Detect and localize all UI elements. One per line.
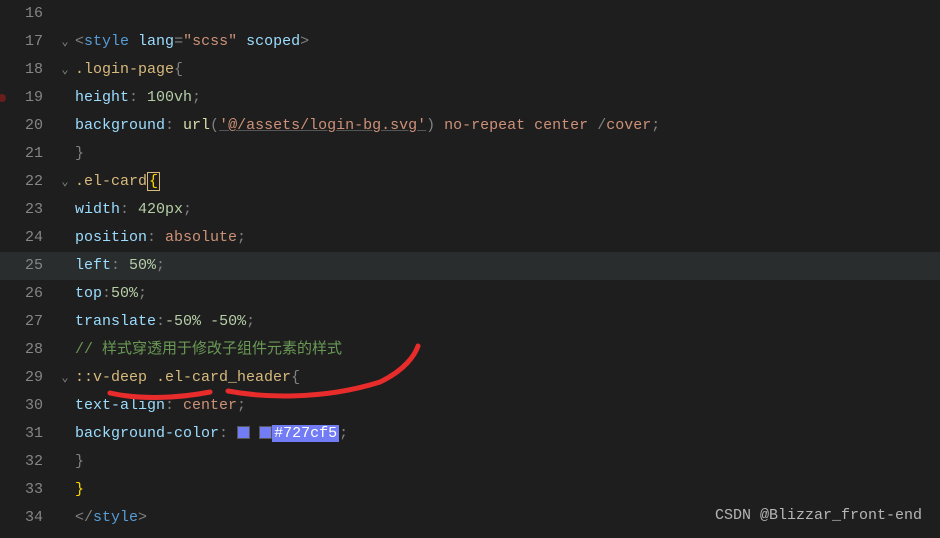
code-text[interactable]: height: 100vh;	[75, 84, 940, 112]
code-line[interactable]: 22⌄ .el-card{	[0, 168, 940, 196]
code-text[interactable]: position: absolute;	[75, 224, 940, 252]
code-line[interactable]: 26 top:50%;	[0, 280, 940, 308]
color-swatch[interactable]	[237, 426, 250, 439]
fold-toggle	[55, 252, 75, 280]
code-text[interactable]: // 样式穿透用于修改子组件元素的样式	[75, 336, 940, 364]
fold-toggle	[55, 420, 75, 448]
line-number[interactable]: 31	[0, 420, 55, 448]
code-text[interactable]: translate:-50% -50%;	[75, 308, 940, 336]
fold-toggle[interactable]: ⌄	[55, 28, 75, 56]
fold-toggle[interactable]: ⌄	[55, 56, 75, 84]
code-line[interactable]: 20 background: url('@/assets/login-bg.sv…	[0, 112, 940, 140]
line-number[interactable]: 29	[0, 364, 55, 392]
fold-toggle	[55, 140, 75, 168]
code-line[interactable]: 33 }	[0, 476, 940, 504]
line-number[interactable]: 26	[0, 280, 55, 308]
code-line[interactable]: 30 text-align: center;	[0, 392, 940, 420]
code-line[interactable]: 25 left: 50%;	[0, 252, 940, 280]
watermark: CSDN @Blizzar_front-end	[715, 502, 922, 530]
line-number[interactable]: 19	[0, 84, 55, 112]
code-text[interactable]: }	[75, 448, 940, 476]
code-text[interactable]: top:50%;	[75, 280, 940, 308]
breakpoint-dot[interactable]	[0, 94, 6, 102]
code-line[interactable]: 29⌄ ::v-deep .el-card_header{	[0, 364, 940, 392]
fold-toggle	[55, 448, 75, 476]
code-line[interactable]: 18⌄ .login-page{	[0, 56, 940, 84]
fold-toggle	[55, 392, 75, 420]
line-number[interactable]: 18	[0, 56, 55, 84]
breakpoint-bar[interactable]	[0, 0, 6, 538]
line-number[interactable]: 25	[0, 252, 55, 280]
code-text[interactable]: .el-card{	[75, 168, 940, 196]
code-text[interactable]: background: url('@/assets/login-bg.svg')…	[75, 112, 940, 140]
chevron-down-icon: ⌄	[61, 56, 68, 84]
code-line[interactable]: 27 translate:-50% -50%;	[0, 308, 940, 336]
code-line[interactable]: 21 }	[0, 140, 940, 168]
code-line[interactable]: 31 background-color: #727cf5;	[0, 420, 940, 448]
code-line[interactable]: 32 }	[0, 448, 940, 476]
code-text[interactable]: text-align: center;	[75, 392, 940, 420]
line-number[interactable]: 27	[0, 308, 55, 336]
code-lines[interactable]: 1617⌄<style lang="scss" scoped>18⌄ .logi…	[0, 0, 940, 532]
line-number[interactable]: 34	[0, 504, 55, 532]
code-text[interactable]: <style lang="scss" scoped>	[75, 28, 940, 56]
code-text[interactable]: }	[75, 140, 940, 168]
code-line[interactable]: 24 position: absolute;	[0, 224, 940, 252]
code-line[interactable]: 16	[0, 0, 940, 28]
code-editor[interactable]: 1617⌄<style lang="scss" scoped>18⌄ .logi…	[0, 0, 940, 532]
line-number[interactable]: 22	[0, 168, 55, 196]
code-line[interactable]: 28 // 样式穿透用于修改子组件元素的样式	[0, 336, 940, 364]
fold-toggle	[55, 0, 75, 28]
fold-toggle	[55, 476, 75, 504]
code-text[interactable]: ::v-deep .el-card_header{	[75, 364, 940, 392]
code-line[interactable]: 23 width: 420px;	[0, 196, 940, 224]
fold-toggle	[55, 504, 75, 532]
code-text[interactable]: width: 420px;	[75, 196, 940, 224]
code-text[interactable]: .login-page{	[75, 56, 940, 84]
code-line[interactable]: 17⌄<style lang="scss" scoped>	[0, 28, 940, 56]
line-number[interactable]: 23	[0, 196, 55, 224]
line-number[interactable]: 16	[0, 0, 55, 28]
line-number[interactable]: 20	[0, 112, 55, 140]
fold-toggle	[55, 280, 75, 308]
fold-toggle	[55, 196, 75, 224]
fold-toggle	[55, 112, 75, 140]
line-number[interactable]: 21	[0, 140, 55, 168]
code-line[interactable]: 19 height: 100vh;	[0, 84, 940, 112]
chevron-down-icon: ⌄	[61, 364, 68, 392]
line-number[interactable]: 24	[0, 224, 55, 252]
line-number[interactable]: 17	[0, 28, 55, 56]
line-number[interactable]: 32	[0, 448, 55, 476]
line-number[interactable]: 28	[0, 336, 55, 364]
fold-toggle	[55, 224, 75, 252]
code-text[interactable]: left: 50%;	[75, 252, 940, 280]
fold-toggle	[55, 308, 75, 336]
code-text[interactable]	[75, 0, 940, 28]
line-number[interactable]: 30	[0, 392, 55, 420]
fold-toggle[interactable]: ⌄	[55, 364, 75, 392]
chevron-down-icon: ⌄	[61, 168, 68, 196]
chevron-down-icon: ⌄	[61, 28, 68, 56]
code-text[interactable]: }	[75, 476, 940, 504]
fold-toggle	[55, 336, 75, 364]
line-number[interactable]: 33	[0, 476, 55, 504]
fold-toggle	[55, 84, 75, 112]
color-swatch[interactable]	[259, 426, 272, 439]
code-text[interactable]: background-color: #727cf5;	[75, 420, 940, 448]
fold-toggle[interactable]: ⌄	[55, 168, 75, 196]
